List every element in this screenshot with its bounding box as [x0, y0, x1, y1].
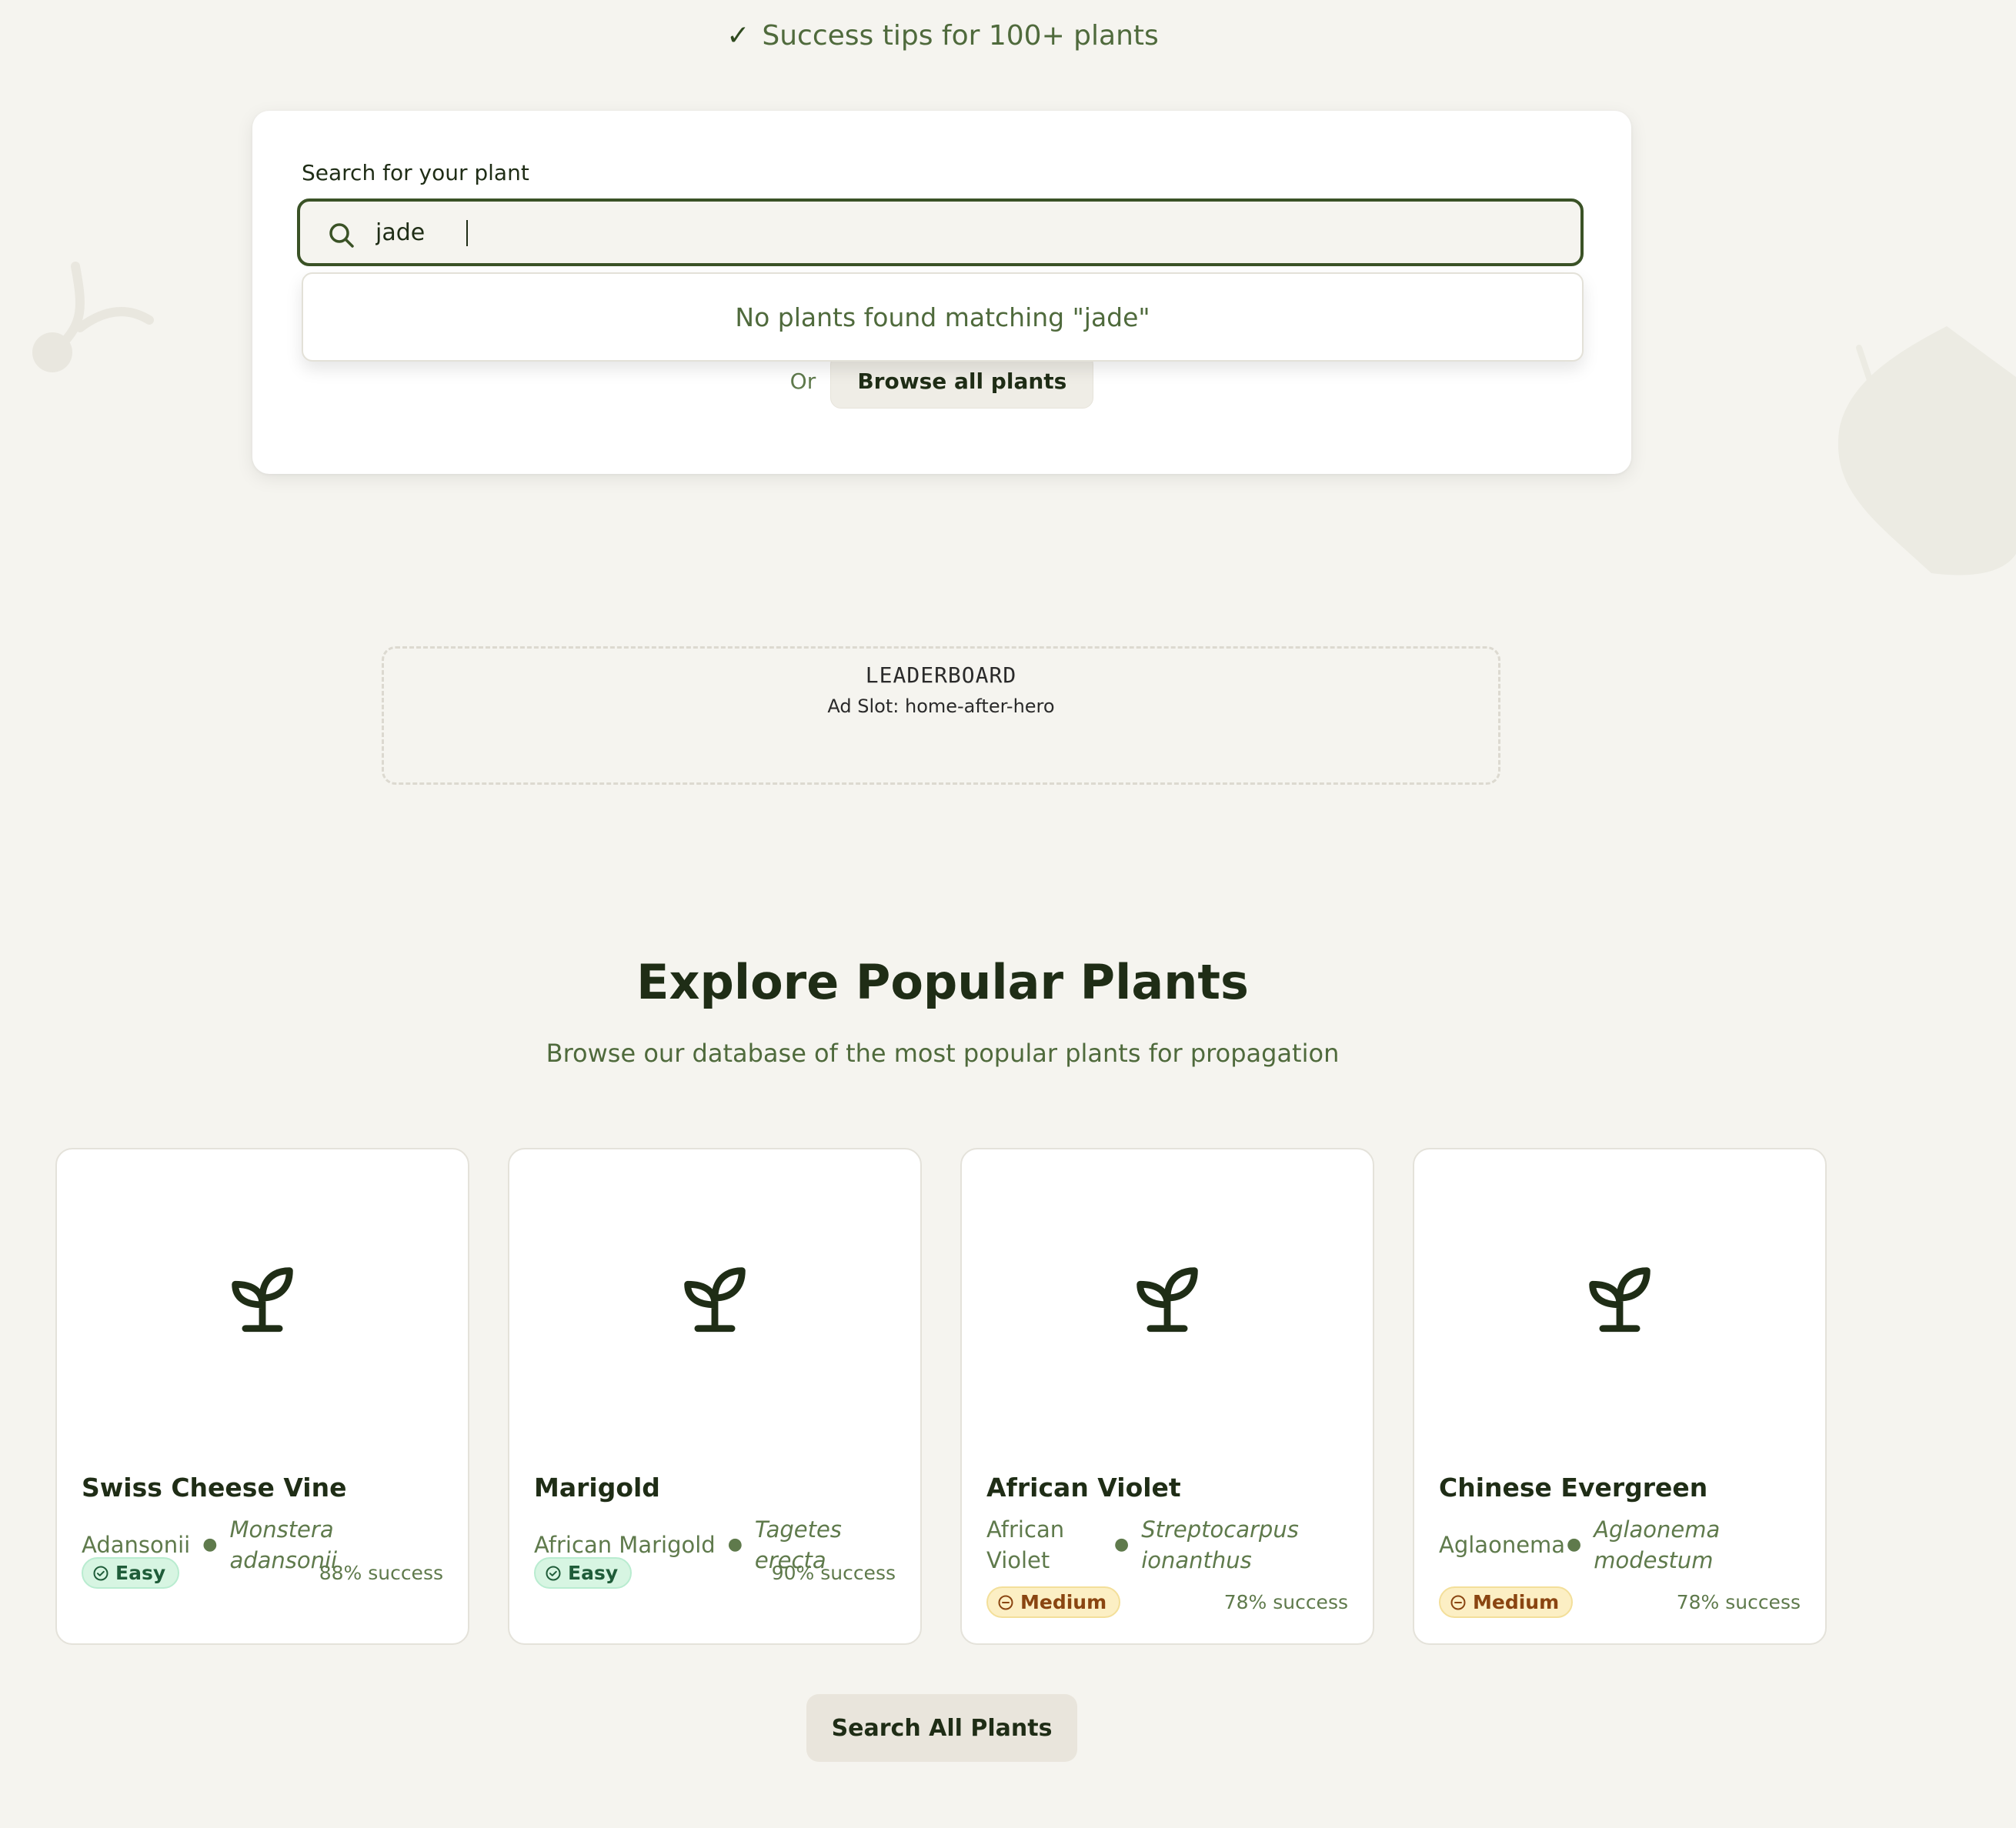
- search-all-plants-button[interactable]: Search All Plants: [806, 1694, 1077, 1762]
- separator-dot: ●: [1567, 1535, 1582, 1554]
- plant-name: African Violet: [986, 1473, 1181, 1503]
- no-results-message: No plants found matching "jade": [735, 302, 1150, 332]
- text-caret: [466, 220, 468, 246]
- check-circle-icon: [546, 1566, 561, 1580]
- plant-scientific-name: Streptocarpus ionanthus: [1141, 1516, 1299, 1573]
- plant-meta: African Violet ● Streptocarpus ionanthus: [986, 1514, 1351, 1576]
- plant-common-name: African Marigold: [534, 1532, 716, 1558]
- check-circle-icon: [93, 1566, 108, 1580]
- plant-card[interactable]: Swiss Cheese Vine Adansonii ● Monstera a…: [55, 1148, 469, 1645]
- plant-name: Swiss Cheese Vine: [82, 1473, 347, 1503]
- plant-common-name: Adansonii: [82, 1532, 191, 1558]
- success-rate: 78% success: [1223, 1591, 1348, 1613]
- separator-dot: ●: [202, 1535, 218, 1554]
- search-input[interactable]: [375, 202, 1560, 263]
- search-label: Search for your plant: [302, 160, 529, 185]
- decorative-sprout-icon: [32, 262, 154, 372]
- benefit-text: Success tips for 100+ plants: [762, 20, 1159, 52]
- search-results-dropdown: No plants found matching "jade": [302, 272, 1584, 362]
- benefit-line: ✓ Success tips for 100+ plants: [0, 20, 1885, 52]
- difficulty-label: Medium: [1020, 1591, 1107, 1613]
- plant-card[interactable]: African Violet African Violet ● Streptoc…: [960, 1148, 1374, 1645]
- or-text: Or: [789, 369, 816, 394]
- success-rate: 88% success: [319, 1562, 443, 1584]
- minus-circle-icon: [1450, 1595, 1466, 1610]
- plant-name: Chinese Evergreen: [1439, 1473, 1708, 1503]
- section-title: Explore Popular Plants: [636, 954, 1249, 1010]
- ad-title: LEADERBOARD: [865, 662, 1017, 688]
- difficulty-badge: Medium: [986, 1586, 1121, 1618]
- sprout-icon: [1137, 1267, 1198, 1333]
- difficulty-label: Easy: [568, 1562, 619, 1584]
- search-icon: [329, 223, 354, 248]
- plant-scientific-name: Aglaonema modestum: [1594, 1516, 1721, 1573]
- success-rate: 78% success: [1676, 1591, 1801, 1613]
- sprout-icon: [232, 1267, 293, 1333]
- plant-common-name: African Violet: [986, 1516, 1065, 1573]
- decorative-leaf-icon: [1837, 326, 2016, 575]
- difficulty-badge: Easy: [534, 1557, 633, 1589]
- minus-circle-icon: [998, 1595, 1013, 1610]
- browse-row: Or Browse all plants: [252, 354, 1631, 409]
- difficulty-badge: Easy: [82, 1557, 180, 1589]
- plant-card[interactable]: Chinese Evergreen Aglaonema ● Aglaonema …: [1413, 1148, 1827, 1645]
- plant-name: Marigold: [534, 1473, 660, 1503]
- check-icon: ✓: [726, 20, 750, 52]
- plant-card[interactable]: Marigold African Marigold ● Tagetes erec…: [508, 1148, 922, 1645]
- section-subtitle: Browse our database of the most popular …: [546, 1039, 1340, 1068]
- plant-card-grid: Swiss Cheese Vine Adansonii ● Monstera a…: [55, 1148, 1833, 1646]
- difficulty-label: Medium: [1473, 1591, 1560, 1613]
- ad-slot: LEADERBOARD Ad Slot: home-after-hero: [382, 646, 1500, 785]
- ad-slot-id: Ad Slot: home-after-hero: [827, 696, 1055, 717]
- plant-common-name: Aglaonema: [1439, 1532, 1566, 1558]
- success-rate: 90% success: [771, 1562, 896, 1584]
- sprout-icon: [1589, 1267, 1651, 1333]
- plant-meta: Aglaonema ● Aglaonema modestum: [1439, 1514, 1804, 1576]
- separator-dot: ●: [727, 1535, 743, 1554]
- separator-dot: ●: [1114, 1535, 1130, 1554]
- difficulty-label: Easy: [115, 1562, 166, 1584]
- browse-all-plants-button[interactable]: Browse all plants: [830, 354, 1094, 409]
- difficulty-badge: Medium: [1439, 1586, 1574, 1618]
- sprout-icon: [684, 1267, 746, 1333]
- search-box[interactable]: [297, 198, 1584, 266]
